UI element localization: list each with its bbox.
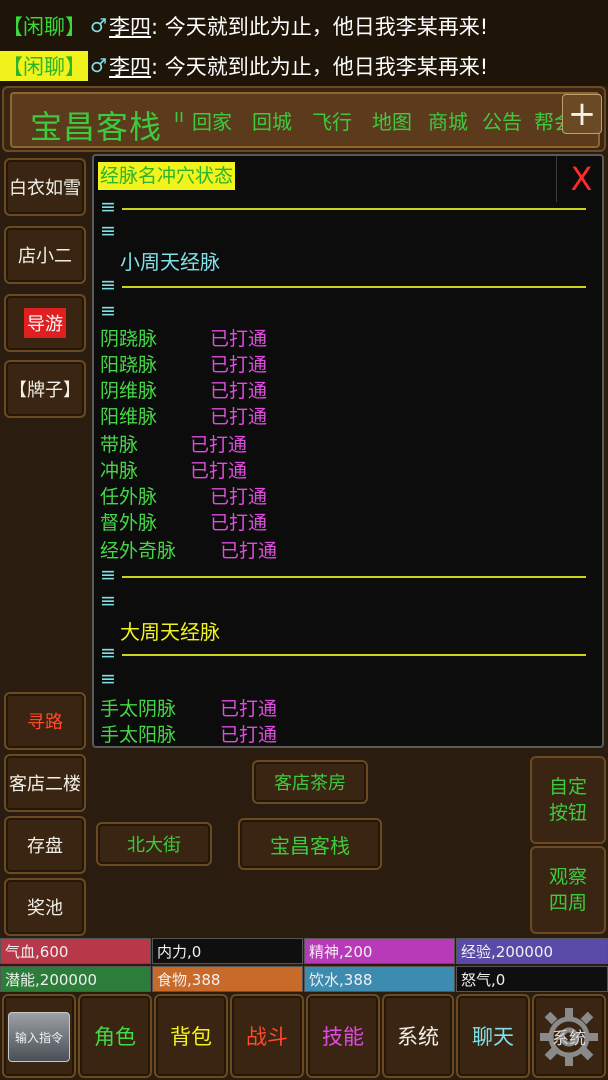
divider: ≡ — [100, 274, 586, 300]
male-icon: ♂ — [90, 15, 108, 37]
chat-line: 【闲聊】 ♂ 李四 : 今天就到此为止，他日我李某再来! — [0, 46, 608, 86]
divider-mark: ≡ — [100, 300, 116, 322]
look-around-button[interactable]: 观察四周 — [530, 846, 606, 934]
meridian-name: 任外脉 — [100, 486, 158, 508]
meridian-state: 已打通 — [210, 406, 268, 428]
exit-north-street-button[interactable]: 北大街 — [96, 822, 212, 866]
nav-battle-button[interactable]: 战斗 — [230, 994, 304, 1078]
meridian-name: 冲脉 — [100, 460, 139, 482]
meridian-state: 已打通 — [210, 354, 268, 376]
exit-teahouse-button[interactable]: 客店茶房 — [252, 760, 368, 804]
top-toolbar: 宝昌客栈 ıı 回家 回城 飞行 地图 商城 公告 帮会 + — [2, 86, 606, 152]
toolbar-map-button[interactable]: 地图 — [372, 106, 412, 135]
meridian-state: 已打通 — [210, 486, 268, 508]
chat-channel-tag[interactable]: 【闲聊】 — [0, 51, 88, 81]
nav-skills-button[interactable]: 技能 — [306, 994, 380, 1078]
panel-title: 经脉名冲穴状态 — [98, 162, 236, 190]
chat-log: 【闲聊】 ♂ 李四 : 今天就到此为止，他日我李某再来! 【闲聊】 ♂ 李四 :… — [0, 0, 608, 86]
meridian-name: 阳维脉 — [100, 406, 158, 428]
npc-waiter-button[interactable]: 店小二 — [4, 226, 86, 284]
meridian-state: 已打通 — [220, 724, 278, 746]
chat-channel-tag[interactable]: 【闲聊】 — [0, 11, 88, 41]
meridian-name: 督外脉 — [100, 512, 158, 534]
meridian-state: 已打通 — [210, 512, 268, 534]
custom-button[interactable]: 自定按钮 — [530, 756, 606, 844]
nav-character-button[interactable]: 角色 — [78, 994, 152, 1078]
stat-spirit: 精神,200 — [304, 938, 455, 964]
meridian-state: 已打通 — [220, 698, 278, 720]
divider-mark: ≡ — [100, 590, 116, 612]
male-icon: ♂ — [90, 55, 108, 77]
toolbar-notice-button[interactable]: 公告 — [482, 106, 522, 135]
toolbar-fly-button[interactable]: 飞行 — [312, 106, 352, 135]
npc-baiyi-button[interactable]: 白衣如雪 — [4, 158, 86, 216]
save-button[interactable]: 存盘 — [4, 816, 86, 874]
chat-message: : 今天就到此为止，他日我李某再来! — [151, 55, 489, 79]
chat-speaker-link[interactable]: 李四 — [109, 11, 151, 41]
location-title: 宝昌客栈 — [30, 108, 163, 146]
section-title-big: 大周天经脉 — [120, 620, 220, 644]
toolbar-shop-button[interactable]: 商城 — [428, 106, 468, 135]
exit-upstairs-button[interactable]: 客店二楼 — [4, 754, 86, 812]
toolbar-return-city-button[interactable]: 回城 — [252, 106, 292, 135]
meridian-state: 已打通 — [210, 328, 268, 350]
toolbar-separator: ıı — [174, 106, 185, 127]
chat-speaker-link[interactable]: 李四 — [109, 51, 151, 81]
meridian-name: 手太阴脉 — [100, 698, 177, 720]
section-title-small: 小周天经脉 — [120, 250, 220, 274]
nav-bag-button[interactable]: 背包 — [154, 994, 228, 1078]
prize-pool-button[interactable]: 奖池 — [4, 878, 86, 936]
current-location-button[interactable]: 宝昌客栈 — [238, 818, 382, 870]
toolbar-inner: 宝昌客栈 ıı 回家 回城 飞行 地图 商城 公告 帮会 — [10, 92, 600, 148]
chat-line: 【闲聊】 ♂ 李四 : 今天就到此为止，他日我李某再来! — [0, 6, 608, 46]
settings-label: 系统 — [552, 1029, 586, 1049]
meridian-state: 已打通 — [190, 460, 248, 482]
nav-chat-button[interactable]: 聊天 — [456, 994, 530, 1078]
stat-rage: 怒气,0 — [456, 966, 608, 992]
signboard-button[interactable]: 【牌子】 — [4, 360, 86, 418]
nav-system-button[interactable]: 系统 — [382, 994, 454, 1078]
meridian-name: 阴跷脉 — [100, 328, 158, 350]
meridian-name: 带脉 — [100, 434, 139, 456]
divider-mark: ≡ — [100, 668, 116, 690]
divider-mark: ≡ — [100, 220, 116, 242]
stat-food: 食物,388 — [152, 966, 303, 992]
toolbar-home-button[interactable]: 回家 — [192, 106, 232, 135]
meridian-status-panel: 经脉名冲穴状态 X ≡ ≡ 小周天经脉 ≡ ≡ 阴跷脉 已打通 阳跷脉 已打通 … — [92, 154, 604, 748]
stat-water: 饮水,388 — [304, 966, 455, 992]
meridian-name: 手太阳脉 — [100, 724, 177, 746]
pathfind-button[interactable]: 寻路 — [4, 692, 86, 750]
npc-guide-button[interactable]: 导游 — [4, 294, 86, 352]
divider: ≡ — [100, 564, 586, 590]
stat-hp: 气血,600 — [0, 938, 151, 964]
stat-exp: 经验,200000 — [456, 938, 608, 964]
meridian-name: 阴维脉 — [100, 380, 158, 402]
meridian-name: 经外奇脉 — [100, 540, 177, 562]
meridian-state: 已打通 — [190, 434, 248, 456]
stat-mp: 内力,0 — [152, 938, 303, 964]
meridian-state: 已打通 — [220, 540, 278, 562]
command-input-button[interactable]: 输入指令 — [8, 1012, 70, 1062]
meridian-name: 阳跷脉 — [100, 354, 158, 376]
gear-icon[interactable]: 系统 — [536, 1004, 602, 1070]
divider: ≡ — [100, 642, 586, 668]
divider: ≡ — [100, 196, 586, 222]
toolbar-expand-button[interactable]: + — [562, 94, 602, 134]
chat-message: : 今天就到此为止，他日我李某再来! — [151, 15, 489, 39]
npc-guide-label: 导游 — [24, 308, 66, 338]
stat-potential: 潜能,200000 — [0, 966, 151, 992]
meridian-state: 已打通 — [210, 380, 268, 402]
